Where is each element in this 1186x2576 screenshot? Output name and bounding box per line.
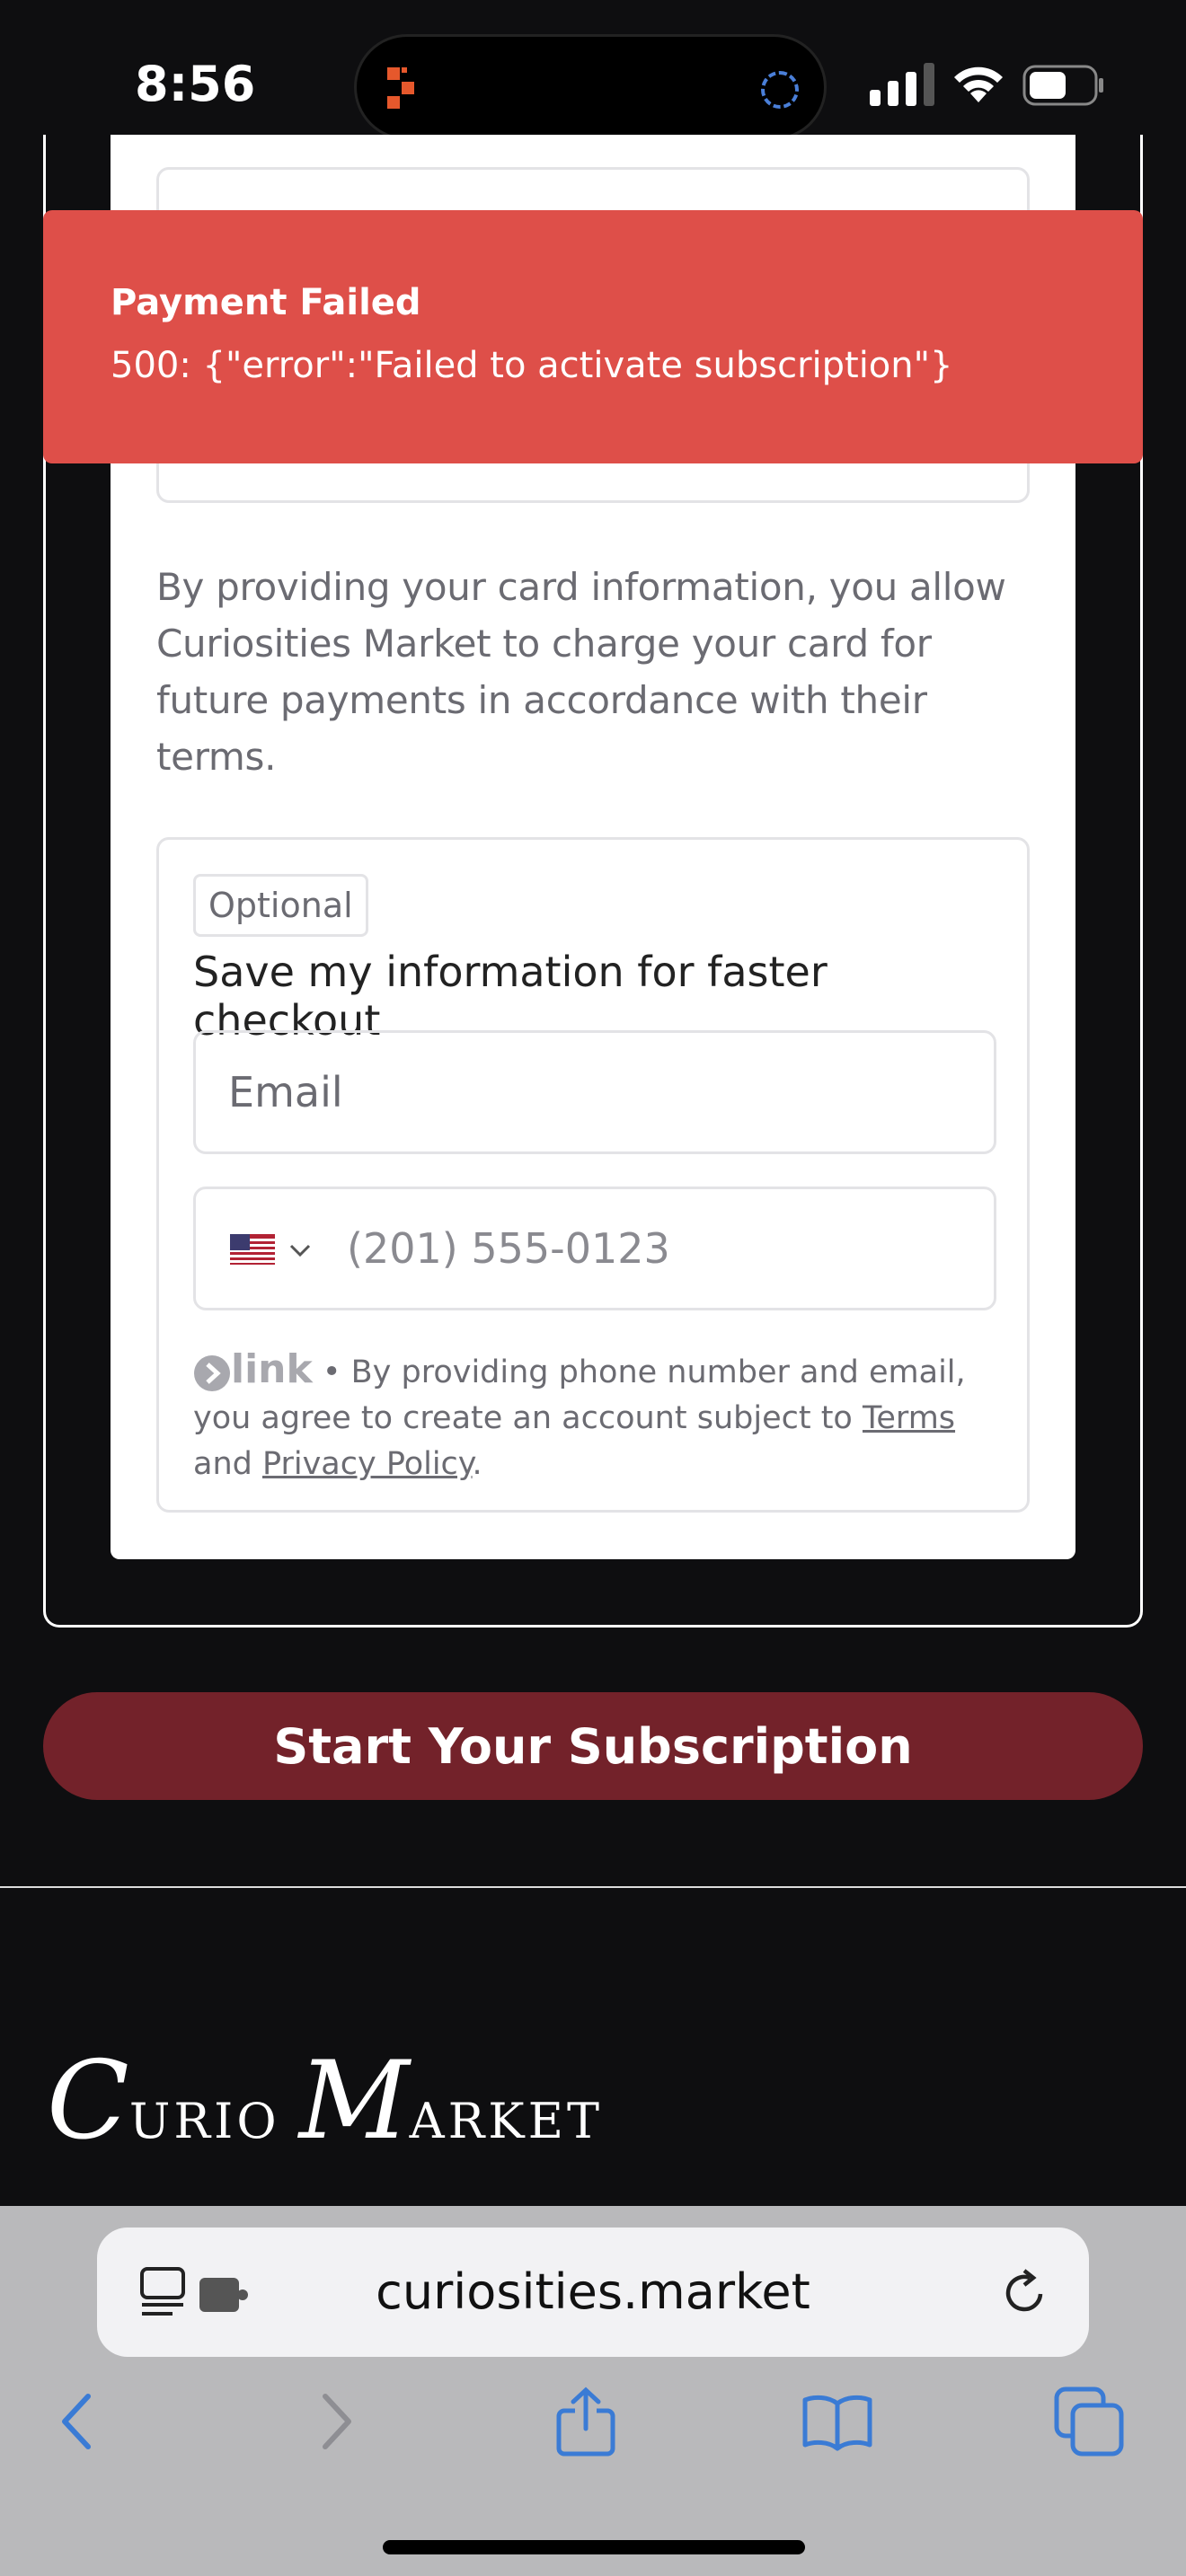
card-consent-text: By providing your card information, you … [156, 565, 1006, 779]
wifi-icon [954, 66, 1003, 102]
payment-card-top [111, 135, 1075, 171]
back-icon[interactable] [41, 2386, 113, 2457]
logo-letter-m: M [298, 2039, 410, 2164]
start-subscription-button[interactable]: Start Your Subscription [43, 1692, 1143, 1800]
battery-icon [1022, 65, 1103, 106]
bookmarks-icon[interactable] [801, 2386, 873, 2457]
optional-badge: Optional [193, 874, 368, 937]
legal-suffix: . [472, 1446, 482, 1482]
logo-arket: ARKET [409, 2093, 604, 2149]
chevron-down-icon[interactable] [286, 1236, 314, 1265]
privacy-policy-link[interactable]: Privacy Policy [262, 1446, 473, 1482]
us-flag-icon[interactable] [230, 1234, 275, 1265]
phone-field[interactable]: (201) 555-0123 [193, 1187, 996, 1310]
reload-icon[interactable] [997, 2265, 1051, 2319]
payment-error-toast[interactable]: Payment Failed 500: {"error":"Failed to … [43, 210, 1143, 463]
share-icon[interactable] [550, 2386, 622, 2457]
status-time: 8:56 [135, 56, 256, 112]
link-brand-word: link [231, 1346, 313, 1392]
activity-indicator-icon [761, 71, 799, 109]
tabs-icon[interactable] [1053, 2386, 1125, 2457]
home-indicator[interactable] [383, 2540, 805, 2554]
toast-message: 500: {"error":"Failed to activate subscr… [111, 345, 953, 386]
terms-link[interactable]: Terms [863, 1400, 955, 1436]
forward-icon[interactable] [300, 2386, 372, 2457]
link-save-section: Optional Save my information for faster … [156, 837, 1030, 1513]
legal-and: and [193, 1446, 262, 1482]
link-legal-text: link • By providing phone number and ema… [193, 1346, 1002, 1487]
curio-market-logo[interactable]: CURIO MARKET [47, 2039, 603, 2164]
cellular-signal-icon [870, 63, 934, 106]
footer-divider [0, 1886, 1186, 1888]
address-bar[interactable]: curiosities.market [97, 2228, 1089, 2357]
app-activity-icon [387, 67, 414, 109]
logo-urio: URIO [128, 2093, 299, 2149]
email-placeholder: Email [228, 1068, 343, 1116]
dynamic-island [354, 34, 827, 140]
email-field[interactable]: Email [193, 1030, 996, 1154]
logo-letter-c: C [47, 2039, 129, 2164]
url-text: curiosities.market [376, 2263, 810, 2320]
phone-placeholder: (201) 555-0123 [347, 1224, 670, 1273]
link-logo-icon [194, 1355, 230, 1391]
toast-title: Payment Failed [111, 282, 421, 323]
